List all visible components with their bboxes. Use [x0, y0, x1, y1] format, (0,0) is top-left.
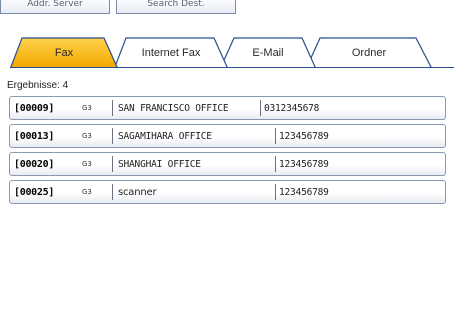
entry-name: SHANGHAI OFFICE	[118, 158, 201, 170]
tab-fax[interactable]: Fax	[10, 37, 118, 69]
list-item[interactable]: [00009] G3 SAN FRANCISCO OFFICE 03123456…	[9, 96, 446, 120]
entry-code: [00025]	[14, 186, 55, 198]
tab-internet-fax[interactable]: Internet Fax	[114, 37, 228, 69]
tab-fax-label: Fax	[54, 46, 74, 59]
divider	[275, 156, 276, 172]
divider	[275, 184, 276, 200]
divider	[112, 128, 113, 144]
list-item[interactable]: [00020] G3 SHANGHAI OFFICE 123456789	[9, 152, 446, 176]
entry-number: 123456789	[279, 186, 329, 198]
entry-name: SAGAMIHARA OFFICE	[118, 130, 212, 142]
divider	[260, 100, 261, 116]
tab-internet-fax-label: Internet Fax	[141, 46, 201, 59]
search-dest-button[interactable]: Search Dest.	[116, 0, 236, 14]
divider	[112, 100, 113, 116]
list-item[interactable]: [00025] G3 scanner 123456789	[9, 180, 446, 204]
entry-number: 0312345678	[264, 102, 320, 114]
entry-code: [00009]	[14, 102, 55, 114]
divider	[112, 156, 113, 172]
tab-ordner-label: Ordner	[351, 46, 387, 59]
addr-server-button[interactable]: Addr. Server	[0, 0, 110, 14]
divider	[112, 184, 113, 200]
divider	[275, 128, 276, 144]
entry-code: [00013]	[14, 130, 55, 142]
top-toolbar: Addr. Server Search Dest.	[0, 0, 454, 24]
entry-type: G3	[82, 188, 92, 196]
tab-baseline	[10, 67, 454, 68]
entry-number: 123456789	[279, 158, 329, 170]
list-item[interactable]: [00013] G3 SAGAMIHARA OFFICE 123456789	[9, 124, 446, 148]
tab-email-label: E-Mail	[252, 46, 284, 59]
entry-code: [00020]	[14, 158, 55, 170]
destination-tabs: Ordner E-Mail Internet Fax Fax	[10, 37, 454, 69]
tab-ordner[interactable]: Ordner	[306, 37, 432, 69]
entry-type: G3	[82, 104, 92, 112]
entry-type: G3	[82, 160, 92, 168]
results-count: Ergebnisse: 4	[7, 80, 69, 91]
tab-email[interactable]: E-Mail	[220, 37, 316, 69]
entry-number: 123456789	[279, 130, 329, 142]
destination-list: [00009] G3 SAN FRANCISCO OFFICE 03123456…	[9, 96, 446, 208]
entry-type: G3	[82, 132, 92, 140]
entry-name: SAN FRANCISCO OFFICE	[118, 102, 229, 114]
entry-name: scanner	[118, 186, 157, 198]
